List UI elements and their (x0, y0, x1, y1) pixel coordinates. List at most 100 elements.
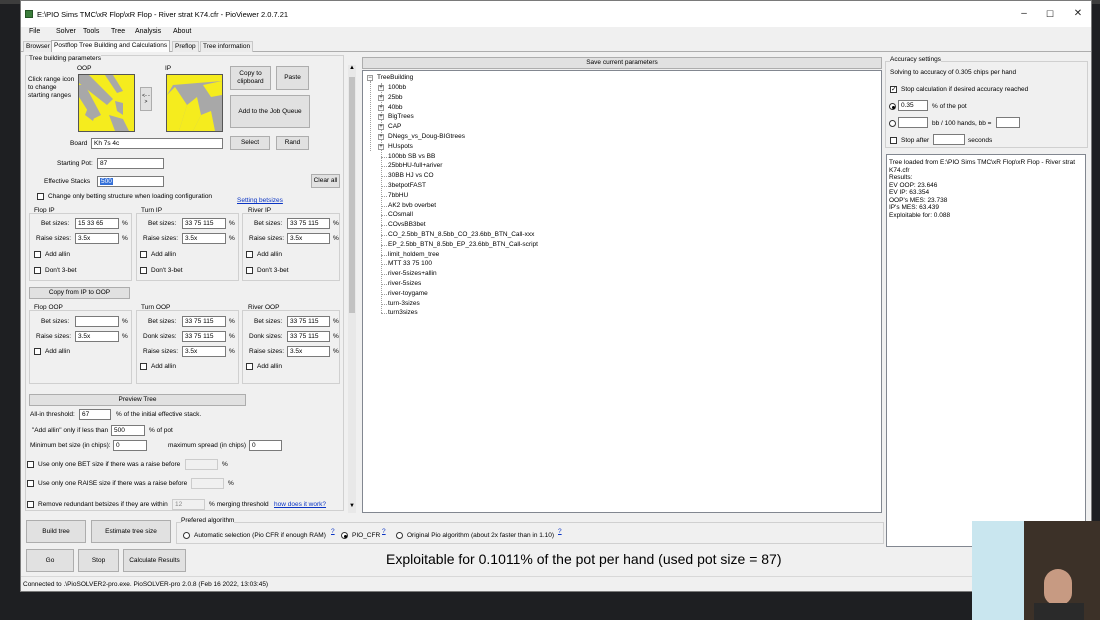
collapse-icon[interactable]: − (367, 75, 373, 81)
maximize-icon[interactable]: ☐ (1043, 8, 1057, 20)
tree-folder[interactable]: 100bb (388, 84, 406, 91)
river-ip-no3bet-checkbox[interactable] (246, 267, 253, 274)
expand-icon[interactable]: + (378, 104, 384, 111)
river-ip-raise-input[interactable]: 3.5x (287, 233, 330, 244)
scroll-down-icon[interactable]: ▼ (349, 503, 355, 511)
add-allin-limit-input[interactable]: 500 (111, 425, 145, 436)
accuracy-pct-input[interactable]: 0.35 (898, 100, 928, 111)
swap-ranges-button[interactable]: <- -> (140, 87, 152, 111)
expand-icon[interactable]: + (378, 143, 384, 150)
algo-original-help-link[interactable]: ? (558, 528, 562, 535)
redundant-threshold-input[interactable]: 12 (172, 499, 205, 510)
menu-tools[interactable]: Tools (83, 28, 99, 35)
minimize-icon[interactable]: – (1017, 8, 1031, 20)
tree-folder[interactable]: DNegs_vs_Doug-BIGtrees (388, 133, 465, 140)
close-icon[interactable]: ✕ (1071, 8, 1085, 20)
one-bet-size-input[interactable] (185, 459, 218, 470)
turn-ip-bet-input[interactable]: 33 75 115 (182, 218, 226, 229)
turn-oop-raise-input[interactable]: 3.5x (182, 346, 226, 357)
change-only-betting-checkbox[interactable] (37, 193, 44, 200)
add-to-job-queue-button[interactable]: Add to the Job Queue (230, 95, 310, 128)
setting-betsizes-link[interactable]: Setting betsizes (237, 197, 283, 204)
flop-ip-no3bet-checkbox[interactable] (34, 267, 41, 274)
river-oop-donk-input[interactable]: 33 75 115 (287, 331, 330, 342)
menu-about[interactable]: About (173, 28, 191, 35)
river-oop-allin-checkbox[interactable] (246, 363, 253, 370)
turn-oop-donk-input[interactable]: 33 75 115 (182, 331, 226, 342)
accuracy-bb-radio[interactable] (889, 120, 896, 127)
tree-file[interactable]: COsmall (388, 211, 413, 218)
expand-icon[interactable]: + (378, 114, 384, 121)
stop-after-checkbox[interactable] (890, 137, 897, 144)
river-ip-allin-checkbox[interactable] (246, 251, 253, 258)
expand-icon[interactable]: + (378, 134, 384, 140)
tab-postflop[interactable]: Postflop Tree Building and Calculations (51, 40, 171, 52)
algo-auto-radio[interactable] (183, 532, 190, 539)
algo-auto-help-link[interactable]: ? (331, 528, 335, 535)
tree-file[interactable]: river-5sizes+allin (388, 270, 437, 277)
save-current-parameters-button[interactable]: Save current parameters (362, 57, 882, 69)
tree-file[interactable]: COvsBB3bet (388, 221, 426, 228)
tab-tree-information[interactable]: Tree information (200, 41, 254, 52)
results-log[interactable]: Tree loaded from E:\PIO Sims TMC\xR Flop… (886, 154, 1086, 547)
turn-oop-bet-input[interactable]: 33 75 115 (182, 316, 226, 327)
algo-pio-cfr-radio[interactable] (341, 532, 348, 539)
accuracy-bb-input[interactable] (898, 117, 928, 128)
algo-original-radio[interactable] (396, 532, 403, 539)
tree-folder[interactable]: BigTrees (388, 113, 414, 120)
calculate-results-button[interactable]: Calculate Results (123, 549, 186, 572)
flop-oop-bet-input[interactable] (75, 316, 119, 327)
menu-file[interactable]: File (29, 28, 40, 35)
random-board-button[interactable]: Rand (276, 136, 309, 150)
scroll-up-icon[interactable]: ▲ (349, 65, 355, 73)
expand-icon[interactable]: + (378, 124, 384, 131)
tree-folder[interactable]: HUspots (388, 143, 413, 150)
flop-oop-allin-checkbox[interactable] (34, 348, 41, 355)
menu-analysis[interactable]: Analysis (135, 28, 161, 35)
flop-oop-raise-input[interactable]: 3.5x (75, 331, 119, 342)
tree-folder[interactable]: 40bb (388, 104, 402, 111)
tree-root[interactable]: TreeBuilding (377, 74, 413, 81)
flop-ip-bet-input[interactable]: 15 33 65 (75, 218, 119, 229)
turn-oop-allin-checkbox[interactable] (140, 363, 147, 370)
tree-file[interactable]: EP_2.5bb_BTN_8.5bb_EP_23.6bb_BTN_Call-sc… (388, 241, 538, 248)
accuracy-bb-size-input[interactable] (996, 117, 1020, 128)
expand-icon[interactable]: + (378, 85, 384, 91)
ip-range-icon[interactable] (166, 74, 223, 132)
turn-ip-no3bet-checkbox[interactable] (140, 267, 147, 274)
preview-tree-button[interactable]: Preview Tree (29, 394, 246, 406)
effective-stacks-input[interactable]: 500 (97, 176, 164, 187)
one-raise-size-checkbox[interactable] (27, 480, 34, 487)
tree-view[interactable]: − TreeBuilding +100bb +25bb +40bb + BigTrees… (362, 70, 882, 513)
tree-file[interactable]: river-toygame (388, 290, 428, 297)
tree-file[interactable]: 30BB HJ vs CO (388, 172, 434, 179)
tree-folder[interactable]: 25bb (388, 94, 402, 101)
stop-after-input[interactable] (933, 134, 965, 145)
starting-pot-input[interactable]: 87 (97, 158, 164, 169)
left-scrollbar[interactable]: ▲ ▼ (348, 65, 356, 513)
algo-pio-cfr-help-link[interactable]: ? (382, 528, 386, 535)
tree-file[interactable]: turn3sizes (388, 309, 418, 316)
one-bet-size-checkbox[interactable] (27, 461, 34, 468)
estimate-tree-size-button[interactable]: Estimate tree size (91, 520, 171, 543)
tab-preflop[interactable]: Preflop (172, 41, 199, 52)
menu-solver[interactable]: Solver (56, 28, 76, 35)
river-oop-raise-input[interactable]: 3.5x (287, 346, 330, 357)
tree-file[interactable]: 7bbHU (388, 192, 408, 199)
turn-ip-allin-checkbox[interactable] (140, 251, 147, 258)
go-button[interactable]: Go (26, 549, 74, 572)
tree-file[interactable]: MTT 33 75 100 (388, 260, 432, 267)
select-board-button[interactable]: Select (230, 136, 270, 150)
tree-file[interactable]: AK2 bvb overbet (388, 202, 436, 209)
expand-icon[interactable]: + (378, 94, 384, 101)
how-does-it-work-link[interactable]: how does it work? (274, 501, 326, 508)
river-oop-bet-input[interactable]: 33 75 115 (287, 316, 330, 327)
left-scrollbar-thumb[interactable] (349, 77, 355, 313)
paste-button[interactable]: Paste (276, 66, 309, 90)
one-raise-size-input[interactable] (191, 478, 224, 489)
allin-threshold-input[interactable]: 67 (79, 409, 111, 420)
clear-all-button[interactable]: Clear all (311, 174, 340, 188)
flop-ip-allin-checkbox[interactable] (34, 251, 41, 258)
tree-file[interactable]: 3betpotFAST (388, 182, 426, 189)
stop-button[interactable]: Stop (78, 549, 119, 572)
